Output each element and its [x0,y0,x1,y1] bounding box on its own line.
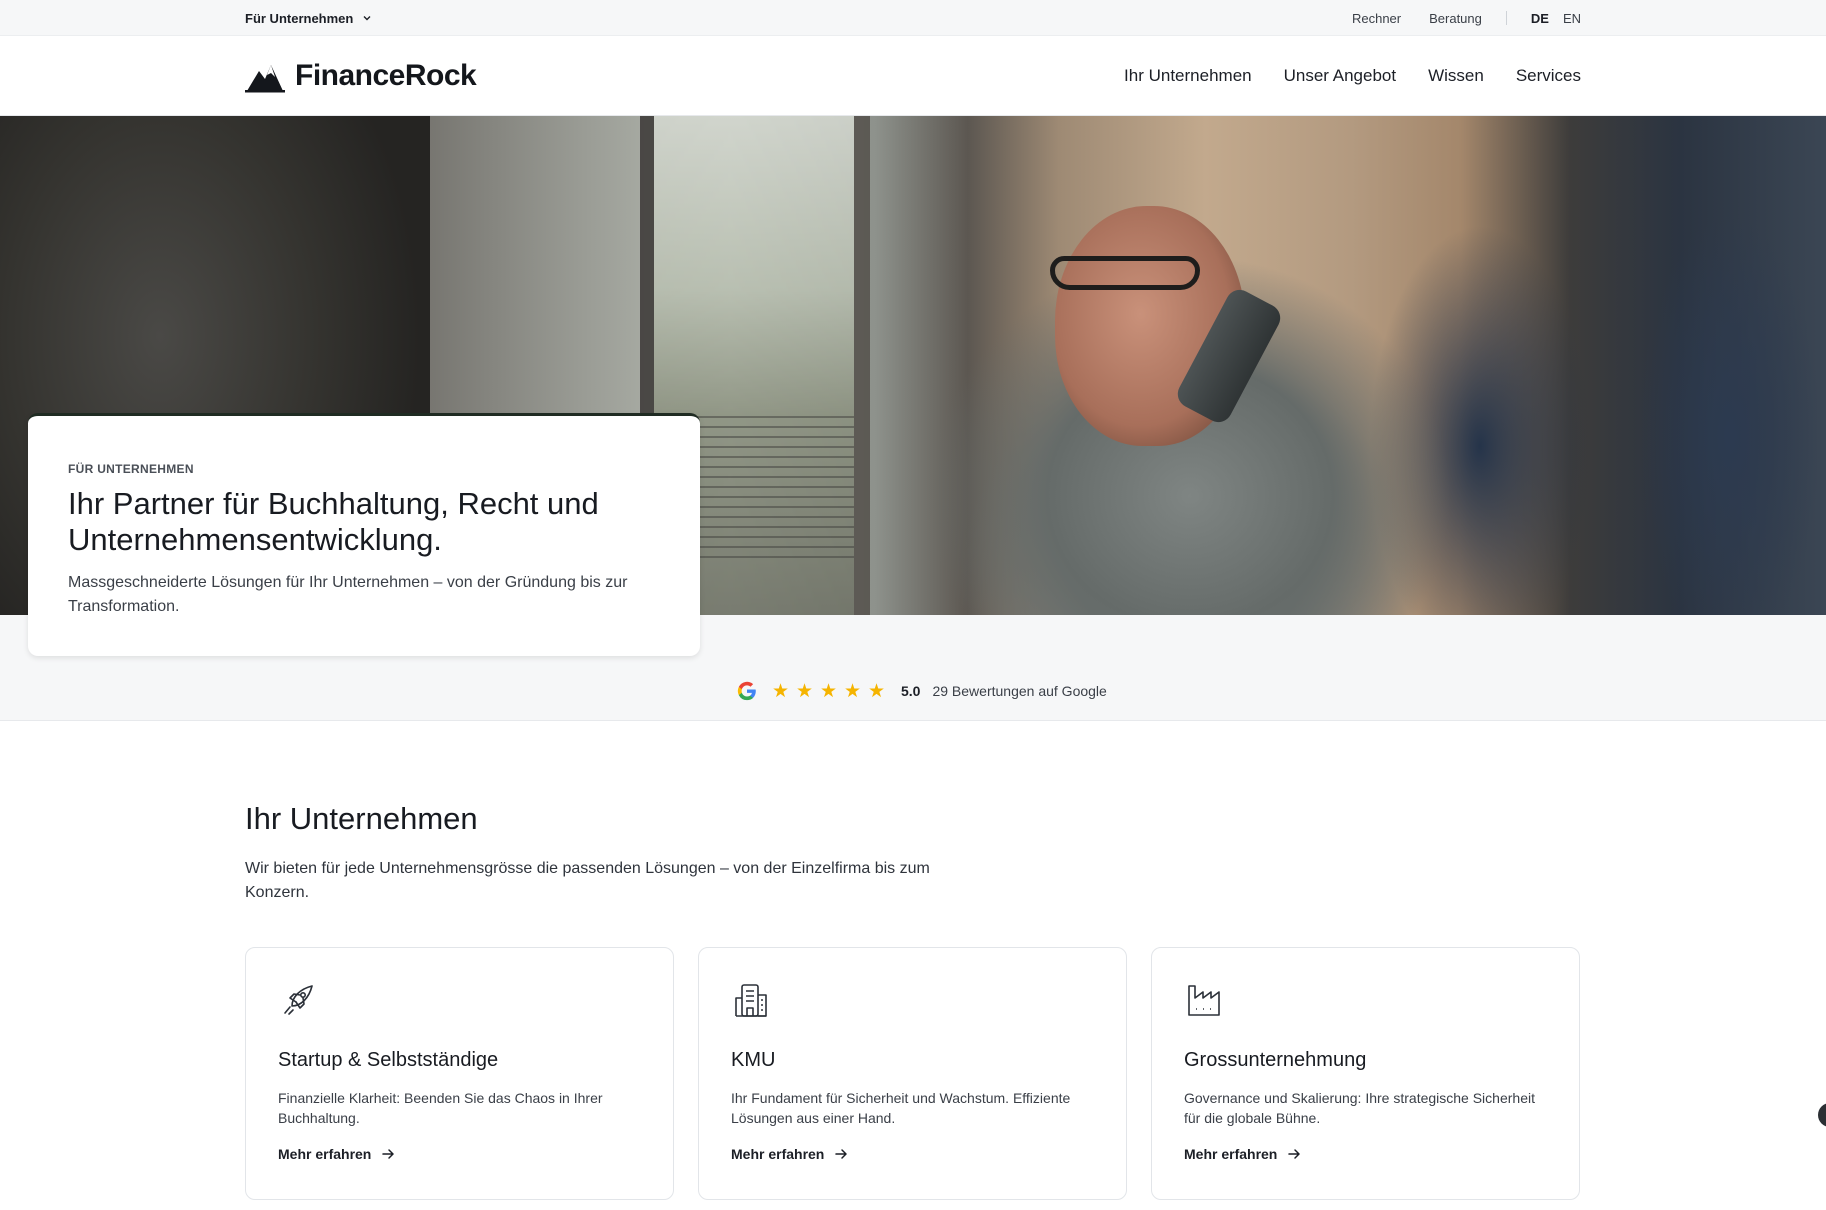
lang-de[interactable]: DE [1531,11,1549,26]
reviews-count[interactable]: 29 Bewertungen auf Google [932,683,1106,699]
more-link[interactable]: Mehr erfahren [278,1146,641,1162]
audience-dropdown[interactable]: Für Unternehmen [245,11,373,26]
arrow-right-icon [835,1149,848,1159]
hero-eyebrow: FÜR UNTERNEHMEN [68,462,194,476]
star-icon: ★ [772,680,790,702]
main-nav: FinanceRock Ihr Unternehmen Unser Angebo… [0,36,1826,116]
nav-ihr-unternehmen[interactable]: Ihr Unternehmen [1124,66,1252,86]
building-icon [735,984,767,1017]
star-icon: ★ [868,680,886,702]
divider [1505,11,1507,25]
section-lead: Wir bieten für jede Unternehmensgrösse d… [245,860,930,901]
more-link[interactable]: Mehr erfahren [731,1146,1094,1162]
arrow-right-icon [382,1149,395,1159]
star-icon: ★ [820,680,838,702]
more-link-label: Mehr erfahren [731,1146,825,1162]
hero-title: Ihr Partner für Buchhaltung, Recht und U… [68,486,599,557]
star-icon: ★ [796,680,814,702]
section-title: Ihr Unternehmen [245,801,478,836]
rocket-icon [284,985,313,1015]
more-link-label: Mehr erfahren [278,1146,372,1162]
hero-glasses-shape [1050,256,1200,290]
card-title: KMU [731,1049,776,1071]
beratung-link[interactable]: Beratung [1429,11,1482,26]
lang-en[interactable]: EN [1563,11,1581,26]
nav-unser-angebot[interactable]: Unser Angebot [1284,66,1396,86]
nav-services[interactable]: Services [1516,66,1581,86]
google-icon [737,681,756,701]
card-description: Ihr Fundament für Sicherheit und Wachstu… [731,1090,1071,1126]
card-title: Startup & Selbstständige [278,1049,499,1071]
audience-label: Für Unternehmen [245,10,354,26]
brand-name: FinanceRock [295,59,477,92]
card-description: Governance und Skalierung: Ihre strategi… [1184,1090,1535,1126]
factory-icon [1188,985,1220,1016]
card-kmu[interactable]: KMU Ihr Fundament für Sicherheit und Wac… [698,947,1127,1200]
hero-card: FÜR UNTERNEHMEN Ihr Partner für Buchhalt… [28,413,700,656]
nav-wissen[interactable]: Wissen [1428,66,1484,86]
primary-nav: Ihr Unternehmen Unser Angebot Wissen Ser… [1124,66,1581,86]
google-rating[interactable]: ★ ★ ★ ★ ★ 5.0 29 Bewertungen auf Google [736,680,1107,702]
card-description: Finanzielle Klarheit: Beenden Sie das Ch… [278,1090,603,1126]
mountain-logo-icon [245,65,285,93]
utility-bar: Für Unternehmen Rechner Beratung DE EN [0,0,1826,36]
card-list: Startup & Selbstständige Finanzielle Kla… [245,947,1581,1200]
star-icon: ★ [844,680,862,702]
brand-logo[interactable]: FinanceRock [245,59,477,93]
utility-links: Rechner Beratung DE EN [1324,11,1581,26]
arrow-right-icon [1288,1149,1301,1159]
hero-subtitle: Massgeschneiderte Lösungen für Ihr Unter… [68,574,628,615]
card-grossunternehmung[interactable]: Grossunternehmung Governance und Skalier… [1151,947,1580,1200]
star-rating: ★ ★ ★ ★ ★ [772,682,887,701]
chevron-down-icon [363,16,371,21]
rechner-link[interactable]: Rechner [1352,11,1401,26]
rating-score: 5.0 [901,683,921,699]
company-size-section: Ihr Unternehmen Wir bieten für jede Unte… [0,721,1826,1200]
more-link[interactable]: Mehr erfahren [1184,1146,1547,1162]
card-title: Grossunternehmung [1184,1049,1367,1071]
card-startup[interactable]: Startup & Selbstständige Finanzielle Kla… [245,947,674,1200]
more-link-label: Mehr erfahren [1184,1146,1278,1162]
